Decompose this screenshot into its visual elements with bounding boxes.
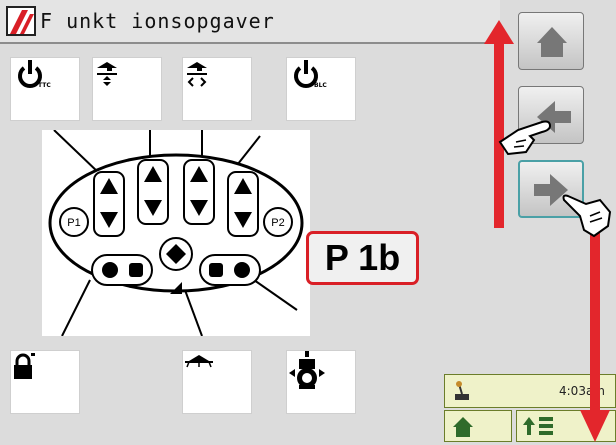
joystick-status-icon [455, 381, 469, 400]
boom-icon [185, 355, 213, 368]
lock-icon [14, 353, 35, 379]
up-arrow-head [484, 20, 514, 44]
function-tile-tractor[interactable] [286, 350, 356, 414]
raise-turn-icon [187, 62, 207, 87]
keypad-diagram: P1 P2 [42, 129, 310, 337]
page-title: F unkt ionsopgaver [40, 9, 275, 33]
page-indicator-label: P 1b [324, 237, 401, 278]
pointing-hand-icon [562, 194, 612, 238]
down-arrow-shaft [590, 212, 600, 412]
tile-subscript: TTC [38, 82, 51, 89]
p1-label: P1 [67, 217, 80, 229]
power-ttc-icon [18, 60, 42, 88]
function-tile-raise-turn[interactable] [182, 57, 252, 121]
page-indicator: P 1b [306, 231, 419, 285]
function-tile-lock[interactable] [10, 350, 80, 414]
joystick-keypad-illustration: P1 P2 [48, 129, 304, 337]
function-tile-boom[interactable] [182, 350, 252, 414]
app-logo-icon [6, 6, 36, 36]
p2-label: P2 [271, 217, 284, 229]
function-tile-power-ttc[interactable]: TTC [10, 57, 80, 121]
title-bar: F unkt ionsopgaver [0, 0, 500, 44]
tractor-icon [289, 351, 325, 389]
raise-lower-icon [97, 62, 117, 86]
function-tile-raise-lower[interactable] [92, 57, 162, 121]
function-tile-power-blc[interactable]: BLC [286, 57, 356, 121]
pointing-hand-icon [498, 120, 552, 156]
power-blc-icon [294, 60, 318, 88]
down-arrow-head [580, 410, 610, 442]
tile-subscript: BLC [314, 82, 327, 89]
